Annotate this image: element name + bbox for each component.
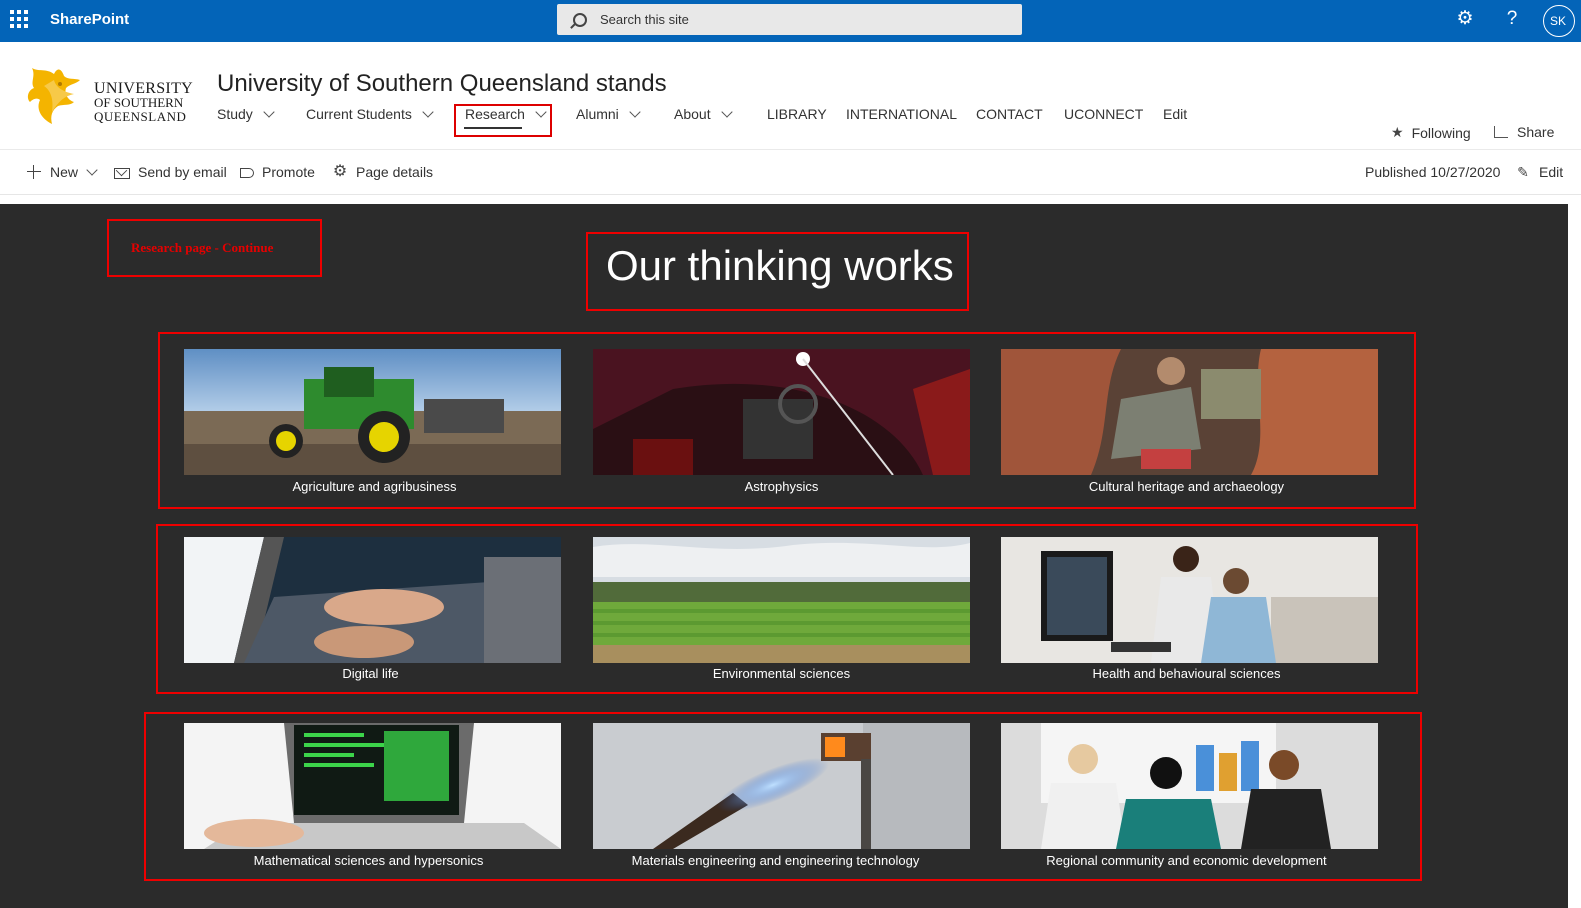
- share-icon: [1494, 126, 1508, 138]
- send-by-email-button[interactable]: Send by email: [114, 164, 227, 180]
- active-nav-underline: [464, 127, 522, 129]
- tile-caption[interactable]: Cultural heritage and archaeology: [998, 479, 1375, 494]
- research-highlight-annotation: [454, 104, 552, 137]
- chevron-down-icon: [720, 106, 733, 118]
- tile-regional-community[interactable]: [1001, 723, 1378, 849]
- mail-icon: [114, 167, 130, 179]
- chevron-down-icon: [263, 106, 275, 118]
- nav-item-international[interactable]: INTERNATIONAL: [846, 106, 957, 122]
- waffle-icon[interactable]: [10, 10, 28, 28]
- search-placeholder: Search this site: [600, 12, 689, 27]
- promote-button[interactable]: Promote: [240, 164, 315, 180]
- nav-item-alumni[interactable]: Alumni: [576, 106, 641, 122]
- tile-astrophysics[interactable]: [593, 349, 970, 475]
- tile-caption[interactable]: Materials engineering and engineering te…: [587, 853, 964, 868]
- gear-icon: ⚙: [332, 163, 348, 180]
- page-details-button[interactable]: ⚙ Page details: [332, 163, 433, 181]
- tile-caption[interactable]: Regional community and economic developm…: [998, 853, 1375, 868]
- megaphone-icon: [240, 168, 254, 178]
- tile-mathematical-sciences[interactable]: [184, 723, 561, 849]
- gear-icon[interactable]: ⚙: [1455, 9, 1475, 29]
- nav-item-edit[interactable]: Edit: [1163, 106, 1187, 122]
- site-title[interactable]: University of Southern Queensland stands: [217, 70, 667, 98]
- tile-cultural-heritage[interactable]: [1001, 349, 1378, 475]
- laptop-typing-image: [184, 537, 561, 663]
- site-header: UNIVERSITY OF SOUTHERN QUEENSLAND Univer…: [0, 42, 1581, 150]
- field-image: [593, 537, 970, 663]
- nav-item-about[interactable]: About: [674, 106, 733, 122]
- star-icon: ★: [1391, 124, 1404, 140]
- tile-caption[interactable]: Astrophysics: [593, 479, 970, 494]
- nav-item-study[interactable]: Study: [217, 106, 275, 122]
- edit-page-button[interactable]: ✎ Edit: [1515, 164, 1563, 180]
- avatar[interactable]: SK: [1543, 5, 1575, 37]
- phoenix-logo-icon: [27, 68, 80, 124]
- chevron-down-icon: [422, 106, 434, 118]
- health-lab-image: [1001, 537, 1378, 663]
- nav-item-uconnect[interactable]: UCONNECT: [1064, 106, 1143, 122]
- telescope-image: [593, 349, 970, 475]
- tile-digital-life[interactable]: [184, 537, 561, 663]
- nav-item-library[interactable]: LIBRARY: [767, 106, 827, 122]
- search-icon: [573, 12, 587, 27]
- annotation-label: Research page - Continue: [131, 240, 274, 255]
- tile-environmental-sciences[interactable]: [593, 537, 970, 663]
- search-box[interactable]: Search this site: [557, 4, 1022, 35]
- following-button[interactable]: ★ Following: [1391, 124, 1471, 141]
- pencil-icon: ✎: [1517, 164, 1529, 180]
- nav-item-contact[interactable]: CONTACT: [976, 106, 1043, 122]
- university-logo[interactable]: UNIVERSITY OF SOUTHERN QUEENSLAND: [24, 64, 194, 130]
- tile-agriculture[interactable]: [184, 349, 561, 475]
- tile-caption[interactable]: Digital life: [182, 666, 559, 681]
- chevron-down-icon: [629, 106, 641, 118]
- sharepoint-brand-link[interactable]: SharePoint: [50, 11, 129, 28]
- hero-title: Our thinking works: [606, 242, 954, 289]
- tractor-image: [184, 349, 561, 475]
- tile-health-behavioural[interactable]: [1001, 537, 1378, 663]
- chevron-down-icon: [86, 164, 98, 176]
- new-button[interactable]: New: [26, 164, 98, 180]
- logo-text: UNIVERSITY OF SOUTHERN QUEENSLAND: [94, 80, 193, 124]
- tile-materials-engineering[interactable]: [593, 723, 970, 849]
- share-button[interactable]: Share: [1494, 124, 1554, 140]
- code-laptop-image: [184, 723, 561, 849]
- tile-caption[interactable]: Mathematical sciences and hypersonics: [180, 853, 557, 868]
- plus-icon: [26, 164, 42, 180]
- nav-item-current-students[interactable]: Current Students: [306, 106, 434, 122]
- tile-caption[interactable]: Health and behavioural sciences: [998, 666, 1375, 681]
- help-icon[interactable]: ?: [1503, 8, 1521, 30]
- tile-caption[interactable]: Environmental sciences: [593, 666, 970, 681]
- meeting-image: [1001, 723, 1378, 849]
- suite-bar: SharePoint Search this site ⚙ ? SK: [0, 0, 1581, 42]
- command-bar: New Send by email Promote ⚙ Page details …: [0, 151, 1581, 195]
- torch-image: [593, 723, 970, 849]
- tile-caption[interactable]: Agriculture and agribusiness: [186, 479, 563, 494]
- published-status: Published 10/27/2020: [1365, 164, 1501, 180]
- archaeology-image: [1001, 349, 1378, 475]
